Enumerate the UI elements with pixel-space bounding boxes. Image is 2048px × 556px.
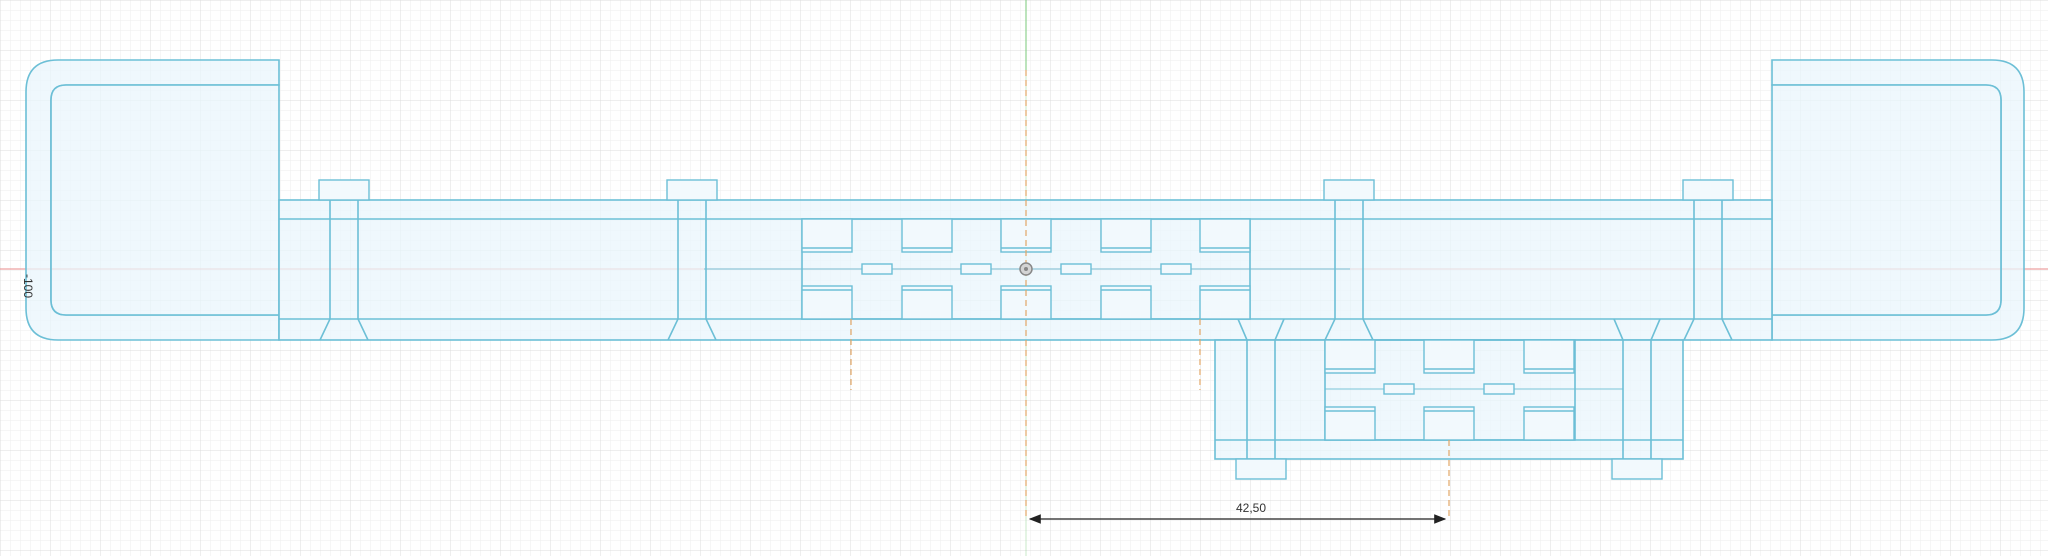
horizontal-dimension-value: 42,50 bbox=[1236, 501, 1266, 515]
origin-icon[interactable] bbox=[1019, 262, 1033, 276]
vertical-dimension[interactable]: -100 bbox=[21, 274, 35, 298]
sketch-canvas[interactable]: 42,50 -100 bbox=[0, 0, 2048, 556]
vertical-dimension-value: -100 bbox=[21, 274, 35, 298]
right-end-block[interactable] bbox=[1771, 59, 2025, 341]
left-end-block[interactable] bbox=[25, 59, 280, 341]
